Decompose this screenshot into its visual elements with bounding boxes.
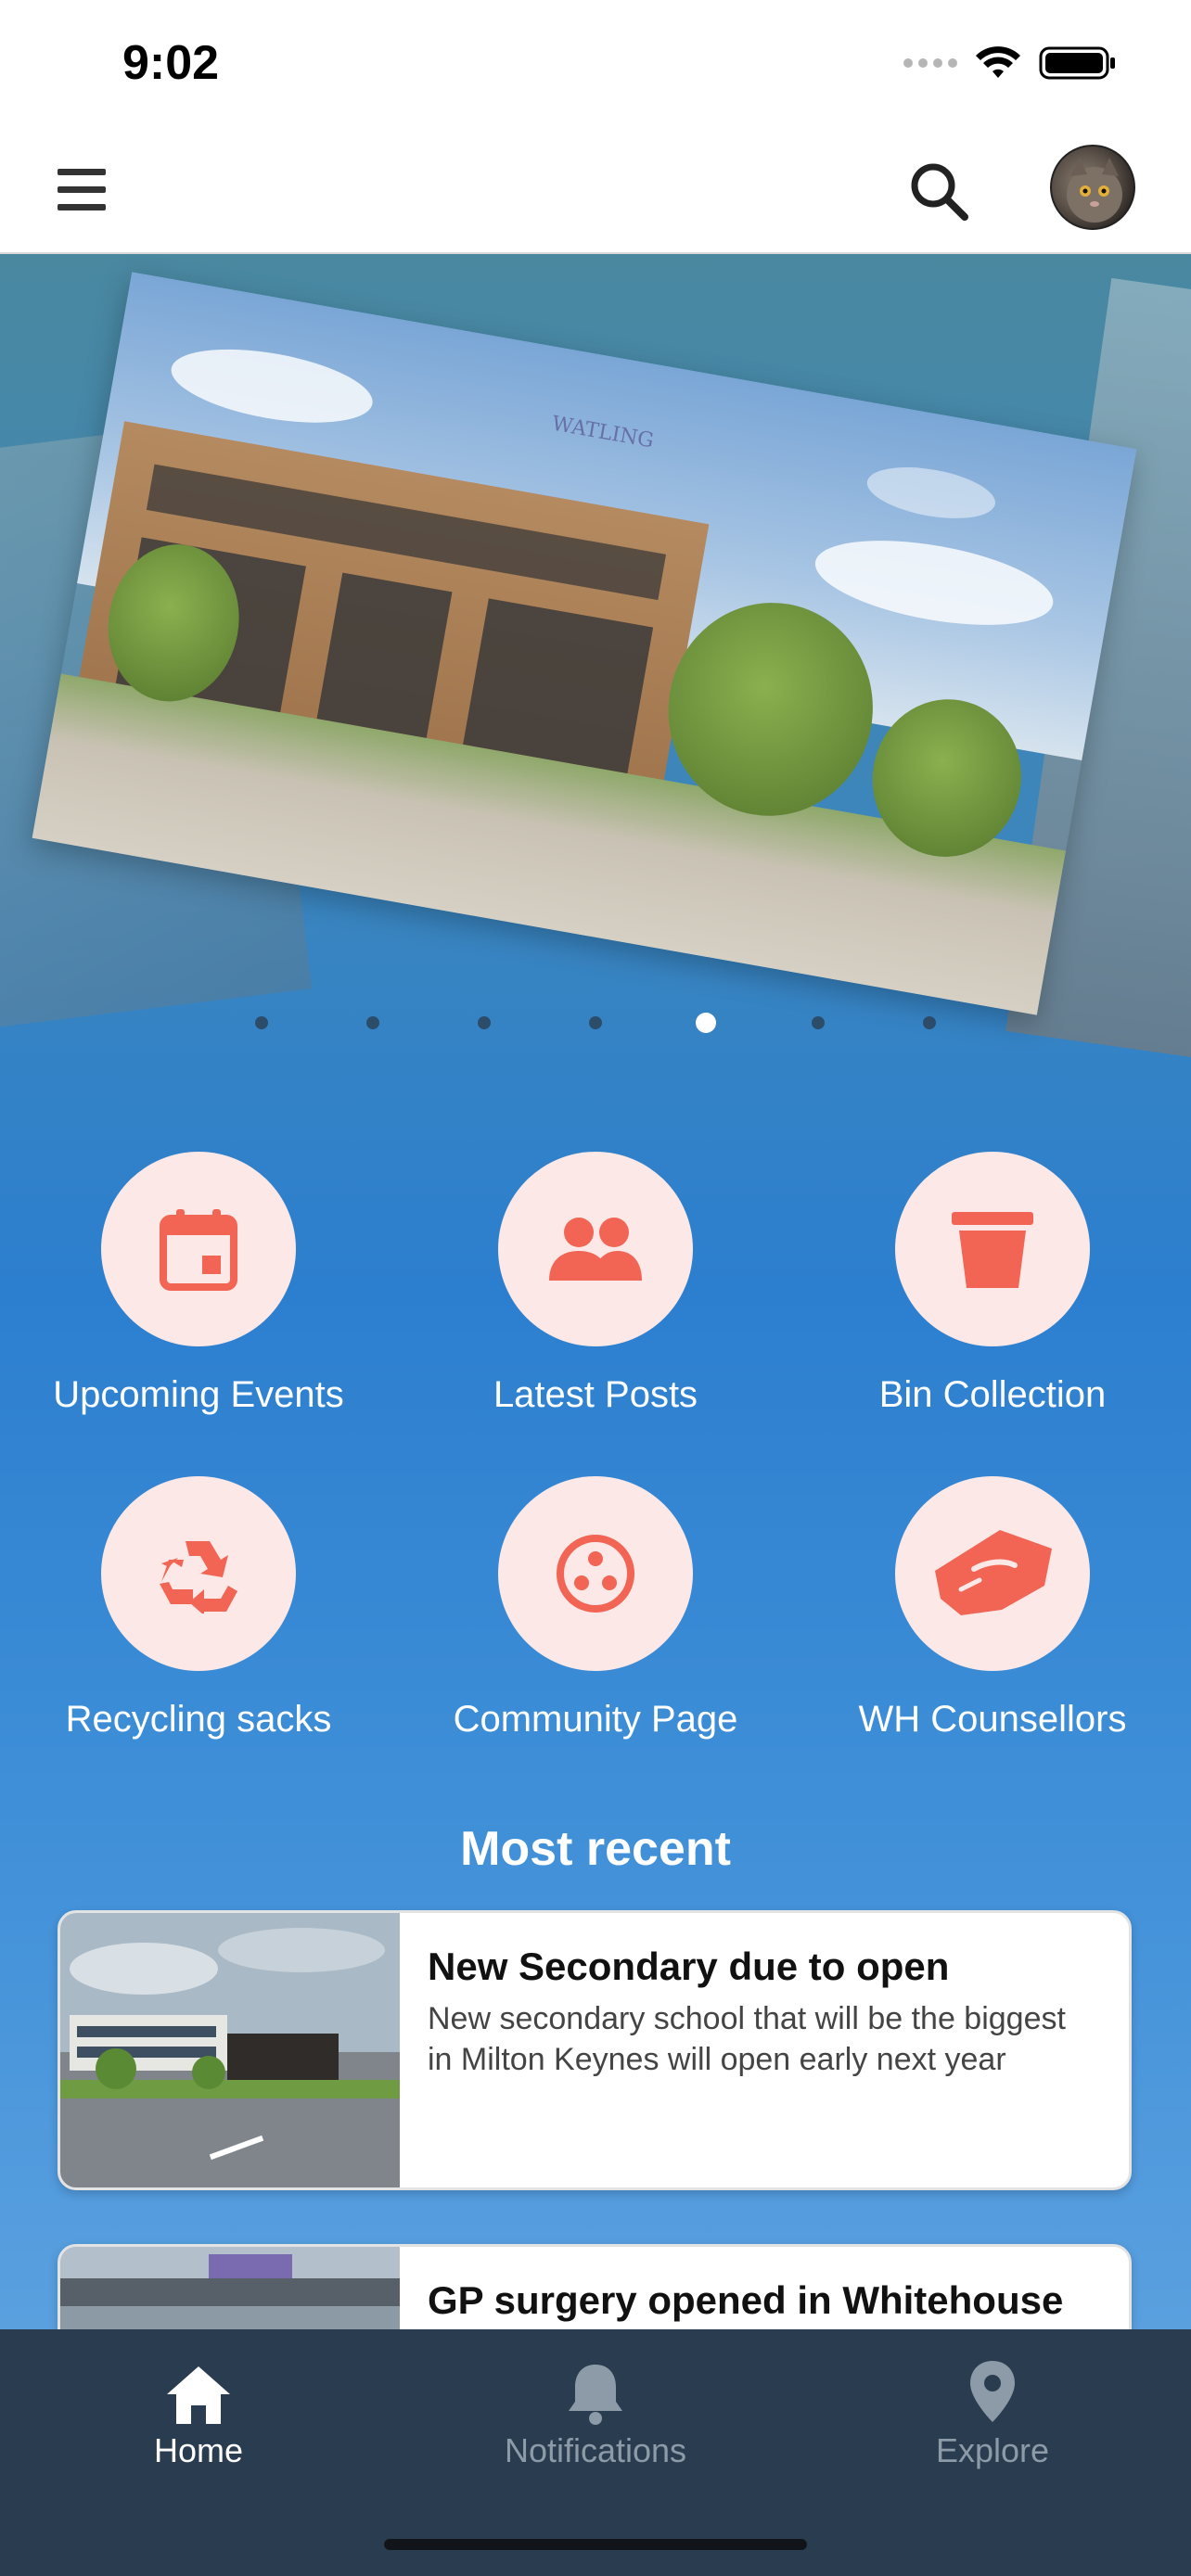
user-avatar[interactable] bbox=[1050, 145, 1135, 230]
top-navigation-bar bbox=[0, 130, 1191, 254]
shortcut-label: Upcoming Events bbox=[53, 1374, 344, 1415]
tab-label: Home bbox=[153, 2431, 244, 2469]
battery-icon bbox=[1039, 46, 1115, 80]
hamburger-menu-icon[interactable] bbox=[58, 169, 113, 215]
tab-label: Explore bbox=[935, 2431, 1050, 2469]
search-icon[interactable] bbox=[907, 159, 972, 224]
shortcut-label: Bin Collection bbox=[878, 1374, 1107, 1415]
home-content: WATLING Upcoming Events Latest Posts Bin… bbox=[0, 254, 1191, 2331]
shortcut-wh-counsellors[interactable]: WH Counsellors bbox=[794, 1476, 1191, 1754]
news-card[interactable]: New Secondary due to open New secondary … bbox=[58, 1910, 1132, 2190]
news-thumbnail bbox=[60, 2247, 400, 2331]
carousel-dot-active[interactable] bbox=[696, 1013, 716, 1033]
carousel-dot[interactable] bbox=[812, 1016, 825, 1029]
home-indicator[interactable] bbox=[384, 2539, 807, 2550]
recycle-icon bbox=[160, 1541, 237, 1613]
wifi-icon bbox=[976, 46, 1020, 78]
calendar-icon bbox=[160, 1209, 237, 1291]
status-time: 9:02 bbox=[122, 36, 220, 90]
news-title: New Secondary due to open bbox=[428, 1945, 950, 1988]
most-recent-heading: Most recent bbox=[460, 1822, 731, 1876]
carousel-dot[interactable] bbox=[589, 1016, 602, 1029]
carousel-pagination[interactable] bbox=[0, 1013, 1191, 1044]
shortcut-label: Community Page bbox=[453, 1699, 738, 1740]
bin-icon bbox=[952, 1212, 1033, 1288]
carousel-dot[interactable] bbox=[478, 1016, 491, 1029]
hero-carousel[interactable]: WATLING bbox=[0, 254, 1191, 1144]
status-bar: 9:02 bbox=[0, 0, 1191, 130]
shortcut-label: Recycling sacks bbox=[65, 1699, 332, 1740]
tab-explore[interactable]: Explore bbox=[794, 2357, 1191, 2478]
tab-label: Notifications bbox=[504, 2431, 687, 2469]
location-pin-icon bbox=[970, 2361, 1015, 2422]
status-icons bbox=[903, 45, 1117, 82]
carousel-dot[interactable] bbox=[923, 1016, 936, 1029]
bell-icon bbox=[569, 2365, 622, 2425]
tab-notifications[interactable]: Notifications bbox=[397, 2357, 794, 2478]
carousel-dot[interactable] bbox=[255, 1016, 268, 1029]
shortcut-community-page[interactable]: Community Page bbox=[397, 1476, 794, 1754]
shortcut-bin-collection[interactable]: Bin Collection bbox=[794, 1152, 1191, 1430]
news-summary: New secondary school that will be the bi… bbox=[428, 2001, 1066, 2077]
cellular-signal-icon bbox=[903, 58, 957, 68]
shortcut-latest-posts[interactable]: Latest Posts bbox=[397, 1152, 794, 1430]
shortcut-upcoming-events[interactable]: Upcoming Events bbox=[0, 1152, 397, 1430]
cat-avatar-image bbox=[1067, 158, 1122, 223]
people-icon bbox=[549, 1218, 642, 1281]
news-thumbnail bbox=[60, 1913, 400, 2187]
shortcut-recycling-sacks[interactable]: Recycling sacks bbox=[0, 1476, 397, 1754]
handshake-icon bbox=[935, 1530, 1052, 1615]
shortcut-label: WH Counsellors bbox=[858, 1699, 1127, 1740]
tab-home[interactable]: Home bbox=[0, 2357, 397, 2478]
community-icon bbox=[557, 1535, 634, 1613]
carousel-dot[interactable] bbox=[366, 1016, 379, 1029]
home-icon bbox=[167, 2366, 230, 2424]
news-title: GP surgery opened in Whitehouse bbox=[428, 2278, 1064, 2322]
shortcut-label: Latest Posts bbox=[493, 1374, 698, 1415]
news-card[interactable]: GP surgery opened in Whitehouse bbox=[58, 2244, 1132, 2331]
